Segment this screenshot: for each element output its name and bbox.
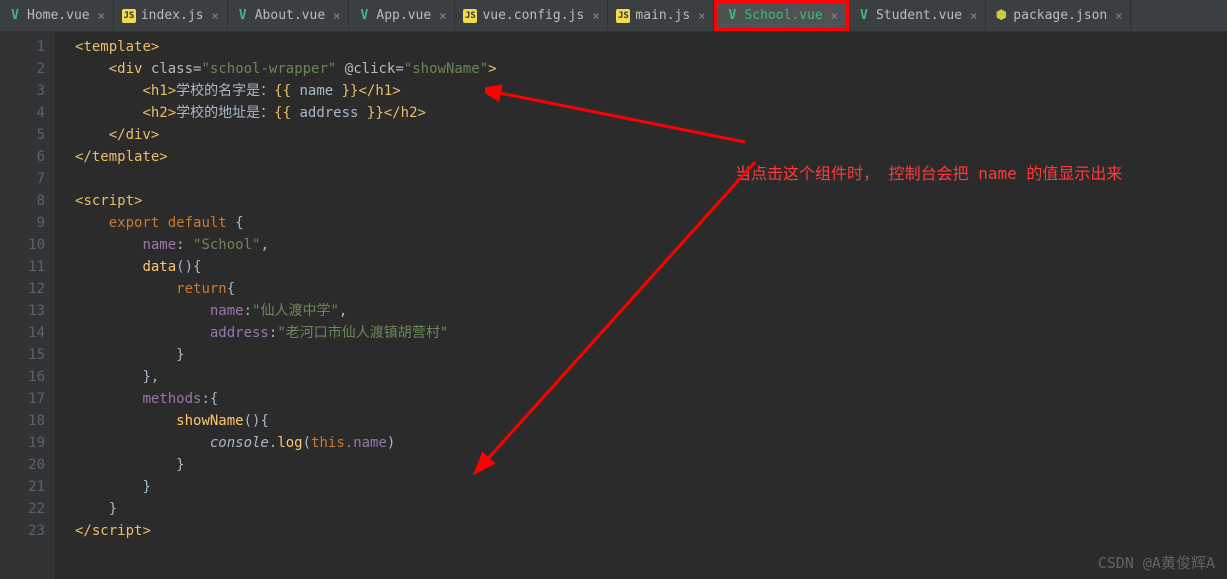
line-number: 15: [0, 344, 45, 366]
tab-label: About.vue: [255, 8, 325, 23]
line-number: 3: [0, 80, 45, 102]
line-number: 23: [0, 520, 45, 542]
code-line: <div class="school-wrapper" @click="show…: [75, 58, 1227, 80]
vue-icon: V: [857, 9, 871, 23]
close-icon[interactable]: ×: [831, 9, 838, 23]
line-number: 19: [0, 432, 45, 454]
tab-label: Student.vue: [876, 8, 962, 23]
code-line: name: "School",: [75, 234, 1227, 256]
close-icon[interactable]: ×: [98, 9, 105, 23]
line-number: 14: [0, 322, 45, 344]
vue-icon: V: [236, 9, 250, 23]
line-number: 20: [0, 454, 45, 476]
js-icon: JS: [463, 9, 477, 23]
line-number: 8: [0, 190, 45, 212]
code-line: }: [75, 476, 1227, 498]
tab-about[interactable]: V About.vue ×: [228, 0, 350, 31]
line-number: 12: [0, 278, 45, 300]
code-line: </div>: [75, 124, 1227, 146]
tab-index[interactable]: JS index.js ×: [114, 0, 228, 31]
code-line: }: [75, 344, 1227, 366]
close-icon[interactable]: ×: [592, 9, 599, 23]
watermark: CSDN @A黄俊辉A: [1098, 552, 1215, 573]
vue-icon: V: [725, 9, 739, 23]
line-gutter: 1 2 3 4 5 6 7 8 9 10 11 12 13 14 15 16 1…: [0, 32, 55, 579]
line-number: 16: [0, 366, 45, 388]
tab-label: main.js: [635, 8, 690, 23]
code-line: showName(){: [75, 410, 1227, 432]
vue-icon: V: [357, 9, 371, 23]
code-line: export default {: [75, 212, 1227, 234]
code-line: console.log(this.name): [75, 432, 1227, 454]
tab-label: vue.config.js: [482, 8, 584, 23]
tab-bar: V Home.vue × JS index.js × V About.vue ×…: [0, 0, 1227, 32]
tab-school[interactable]: V School.vue ×: [714, 0, 849, 31]
line-number: 11: [0, 256, 45, 278]
tab-home[interactable]: V Home.vue ×: [0, 0, 114, 31]
code-line: name:"仙人渡中学",: [75, 300, 1227, 322]
editor: 1 2 3 4 5 6 7 8 9 10 11 12 13 14 15 16 1…: [0, 32, 1227, 579]
code-area[interactable]: <template> <div class="school-wrapper" @…: [55, 32, 1227, 579]
tab-label: index.js: [141, 8, 204, 23]
json-icon: ⬢: [994, 9, 1008, 23]
code-line: <h2>学校的地址是：{{ address }}</h2>: [75, 102, 1227, 124]
js-icon: JS: [616, 9, 630, 23]
code-line: </script>: [75, 520, 1227, 542]
tab-label: Home.vue: [27, 8, 90, 23]
code-line: methods:{: [75, 388, 1227, 410]
close-icon[interactable]: ×: [1115, 9, 1122, 23]
close-icon[interactable]: ×: [211, 9, 218, 23]
tab-label: App.vue: [376, 8, 431, 23]
tab-label: School.vue: [744, 8, 822, 23]
tab-vueconfig[interactable]: JS vue.config.js ×: [455, 0, 608, 31]
line-number: 17: [0, 388, 45, 410]
close-icon[interactable]: ×: [439, 9, 446, 23]
line-number: 13: [0, 300, 45, 322]
code-line: return{: [75, 278, 1227, 300]
line-number: 10: [0, 234, 45, 256]
close-icon[interactable]: ×: [698, 9, 705, 23]
line-number: 4: [0, 102, 45, 124]
code-line: address:"老河口市仙人渡镇胡营村": [75, 322, 1227, 344]
line-number: 18: [0, 410, 45, 432]
code-line: }: [75, 498, 1227, 520]
line-number: 21: [0, 476, 45, 498]
line-number: 6: [0, 146, 45, 168]
code-line: }: [75, 454, 1227, 476]
code-line: },: [75, 366, 1227, 388]
line-number: 9: [0, 212, 45, 234]
code-line: <h1>学校的名字是：{{ name }}</h1>: [75, 80, 1227, 102]
line-number: 1: [0, 36, 45, 58]
tab-student[interactable]: V Student.vue ×: [849, 0, 986, 31]
tab-label: package.json: [1013, 8, 1107, 23]
code-line: <script>: [75, 190, 1227, 212]
annotation-text: 当点击这个组件时， 控制台会把 name 的值显示出来: [735, 162, 1155, 186]
line-number: 7: [0, 168, 45, 190]
code-line: <template>: [75, 36, 1227, 58]
tab-package[interactable]: ⬢ package.json ×: [986, 0, 1131, 31]
line-number: 22: [0, 498, 45, 520]
js-icon: JS: [122, 9, 136, 23]
tab-app[interactable]: V App.vue ×: [349, 0, 455, 31]
line-number: 5: [0, 124, 45, 146]
code-line: data(){: [75, 256, 1227, 278]
close-icon[interactable]: ×: [970, 9, 977, 23]
line-number: 2: [0, 58, 45, 80]
tab-main[interactable]: JS main.js ×: [608, 0, 714, 31]
close-icon[interactable]: ×: [333, 9, 340, 23]
vue-icon: V: [8, 9, 22, 23]
